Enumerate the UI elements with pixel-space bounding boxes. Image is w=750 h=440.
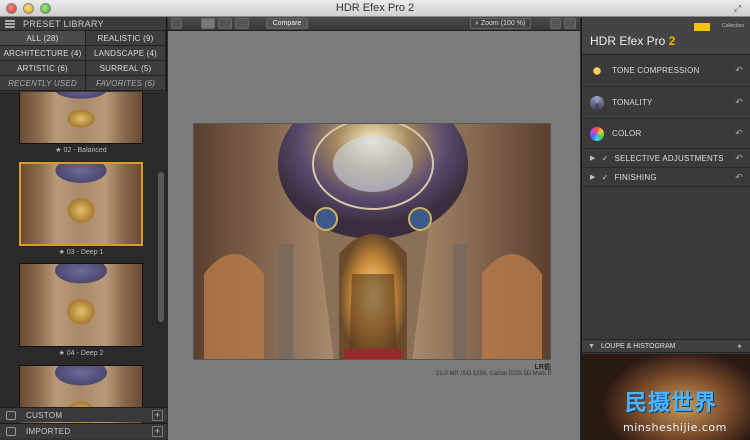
imported-presets-section[interactable]: IMPORTED + (0, 423, 167, 438)
image-exif-info: 21.0 MP, ISO 1250, Canon EOS 5D Mark II (436, 371, 551, 377)
window-title: HDR Efex Pro 2 (335, 2, 415, 14)
preset-library-panel: PRESET LIBRARY ALL (28) REALISTIC (9) AR… (0, 17, 167, 440)
preset-thumbnail[interactable] (19, 92, 143, 144)
reset-icon[interactable]: ↶ (735, 65, 743, 76)
chevron-down-icon[interactable]: ▼ (588, 343, 595, 350)
preset-preview-image (20, 92, 142, 143)
background-color-button[interactable] (550, 18, 561, 29)
section-color[interactable]: COLOR ↶ (582, 119, 750, 149)
adjustments-panel: HDR Efex Pro 2 Collection TONE COMPRESSI… (581, 17, 750, 440)
watermark-url: minsheshijie.com (623, 421, 727, 434)
section-label: TONE COMPRESSION (612, 66, 700, 75)
collection-label: Collection (722, 23, 744, 29)
loupe-label: LOUPE & HISTOGRAM (600, 342, 676, 350)
category-recently-used[interactable]: RECENTLY USED (0, 76, 86, 91)
sun-icon (590, 63, 604, 78)
nik-logo (694, 23, 710, 31)
preset-label: ★ 03 - Deep 1 (58, 249, 104, 256)
preset-scrollbar[interactable] (158, 172, 164, 322)
menu-icon[interactable] (5, 19, 15, 28)
loupe-histogram-header[interactable]: ▼ LOUPE & HISTOGRAM ✦ (582, 339, 750, 353)
section-label: COLOR (612, 129, 642, 138)
checkmark-icon[interactable]: ✓ (602, 154, 609, 163)
category-artistic[interactable]: ARTISTIC (6) (0, 61, 86, 76)
toggle-library-button[interactable] (171, 18, 182, 29)
title-bar: HDR Efex Pro 2 ⤢ (0, 0, 750, 17)
section-label: SELECTIVE ADJUSTMENTS (614, 153, 724, 163)
zoom-select[interactable]: ⌕ Zoom (100 %) (470, 18, 531, 29)
folder-icon (6, 410, 16, 420)
section-label: TONALITY (612, 98, 653, 107)
custom-presets-section[interactable]: CUSTOM + (0, 407, 167, 422)
preset-library-header[interactable]: PRESET LIBRARY (0, 17, 166, 31)
preset-label: ★ 04 - Deep 2 (58, 350, 104, 357)
preview-image[interactable] (193, 123, 551, 360)
color-wheel-icon (590, 126, 604, 141)
preset-preview-image (20, 264, 142, 346)
section-tone-compression[interactable]: TONE COMPRESSION ↶ (582, 55, 750, 87)
preset-preview-image (21, 164, 141, 244)
basilica-interior-image (194, 124, 550, 359)
reset-icon[interactable]: ↶ (735, 128, 743, 139)
section-finishing[interactable]: ▶ ✓ FINISHING ↶ (582, 168, 750, 187)
preset-label: ★ 02 - Balanced (55, 147, 107, 154)
category-landscape[interactable]: LANDSCAPE (4) (86, 46, 166, 61)
tonality-icon (590, 95, 604, 110)
preset-thumbnail-selected[interactable] (19, 162, 143, 246)
category-surreal[interactable]: SURREAL (5) (86, 61, 166, 76)
category-all[interactable]: ALL (28) (0, 31, 86, 46)
custom-label: CUSTOM (26, 410, 63, 420)
imported-label: IMPORTED (26, 426, 71, 436)
section-tonality[interactable]: TONALITY ↶ (582, 87, 750, 119)
reset-icon[interactable]: ↶ (735, 172, 743, 183)
preset-thumbnail-list[interactable]: ★ 02 - Balanced ★ 03 - Deep 1 ★ 04 - Dee… (0, 92, 167, 424)
pin-icon[interactable]: ✦ (736, 342, 743, 351)
reset-icon[interactable]: ↶ (735, 153, 743, 164)
compare-button[interactable]: Compare (266, 18, 308, 29)
category-realistic[interactable]: REALISTIC (9) (86, 31, 166, 46)
side-by-side-view-button[interactable] (235, 18, 249, 29)
add-custom-preset-button[interactable]: + (152, 410, 163, 421)
reset-icon[interactable]: ↶ (735, 97, 743, 108)
chevron-right-icon[interactable]: ▶ (590, 173, 596, 181)
product-name: HDR Efex Pro (590, 34, 666, 48)
preset-thumbnail[interactable] (19, 263, 143, 347)
add-imported-preset-button[interactable]: + (152, 426, 163, 437)
toggle-controls-button[interactable] (564, 18, 576, 29)
preset-categories: ALL (28) REALISTIC (9) ARCHITECTURE (4) … (0, 31, 166, 91)
product-version: 2 (668, 34, 676, 48)
single-view-button[interactable] (201, 18, 215, 29)
preview-area: Compare ⌕ Zoom (100 %) LR佐 21.0 MP, ISO … (168, 17, 580, 440)
preset-library-title: PRESET LIBRARY (23, 18, 104, 29)
section-label: FINISHING (614, 172, 657, 182)
chevron-right-icon[interactable]: ▶ (590, 154, 596, 162)
watermark-logo-text: 民摄世界 (625, 390, 718, 415)
category-architecture[interactable]: ARCHITECTURE (4) (0, 46, 86, 61)
zoom-level: Zoom (100 %) (480, 20, 526, 27)
split-view-button[interactable] (218, 18, 232, 29)
fullscreen-icon[interactable]: ⤢ (734, 3, 744, 13)
preview-toolbar: Compare ⌕ Zoom (100 %) (168, 17, 580, 31)
section-selective-adjustments[interactable]: ▶ ✓ SELECTIVE ADJUSTMENTS ↶ (582, 149, 750, 168)
checkmark-icon[interactable]: ✓ (602, 173, 609, 182)
import-icon (6, 426, 16, 436)
panel-header: HDR Efex Pro 2 Collection (582, 17, 750, 55)
category-favorites[interactable]: FAVORITES (6) (86, 76, 166, 91)
product-title: HDR Efex Pro 2 (590, 34, 675, 48)
